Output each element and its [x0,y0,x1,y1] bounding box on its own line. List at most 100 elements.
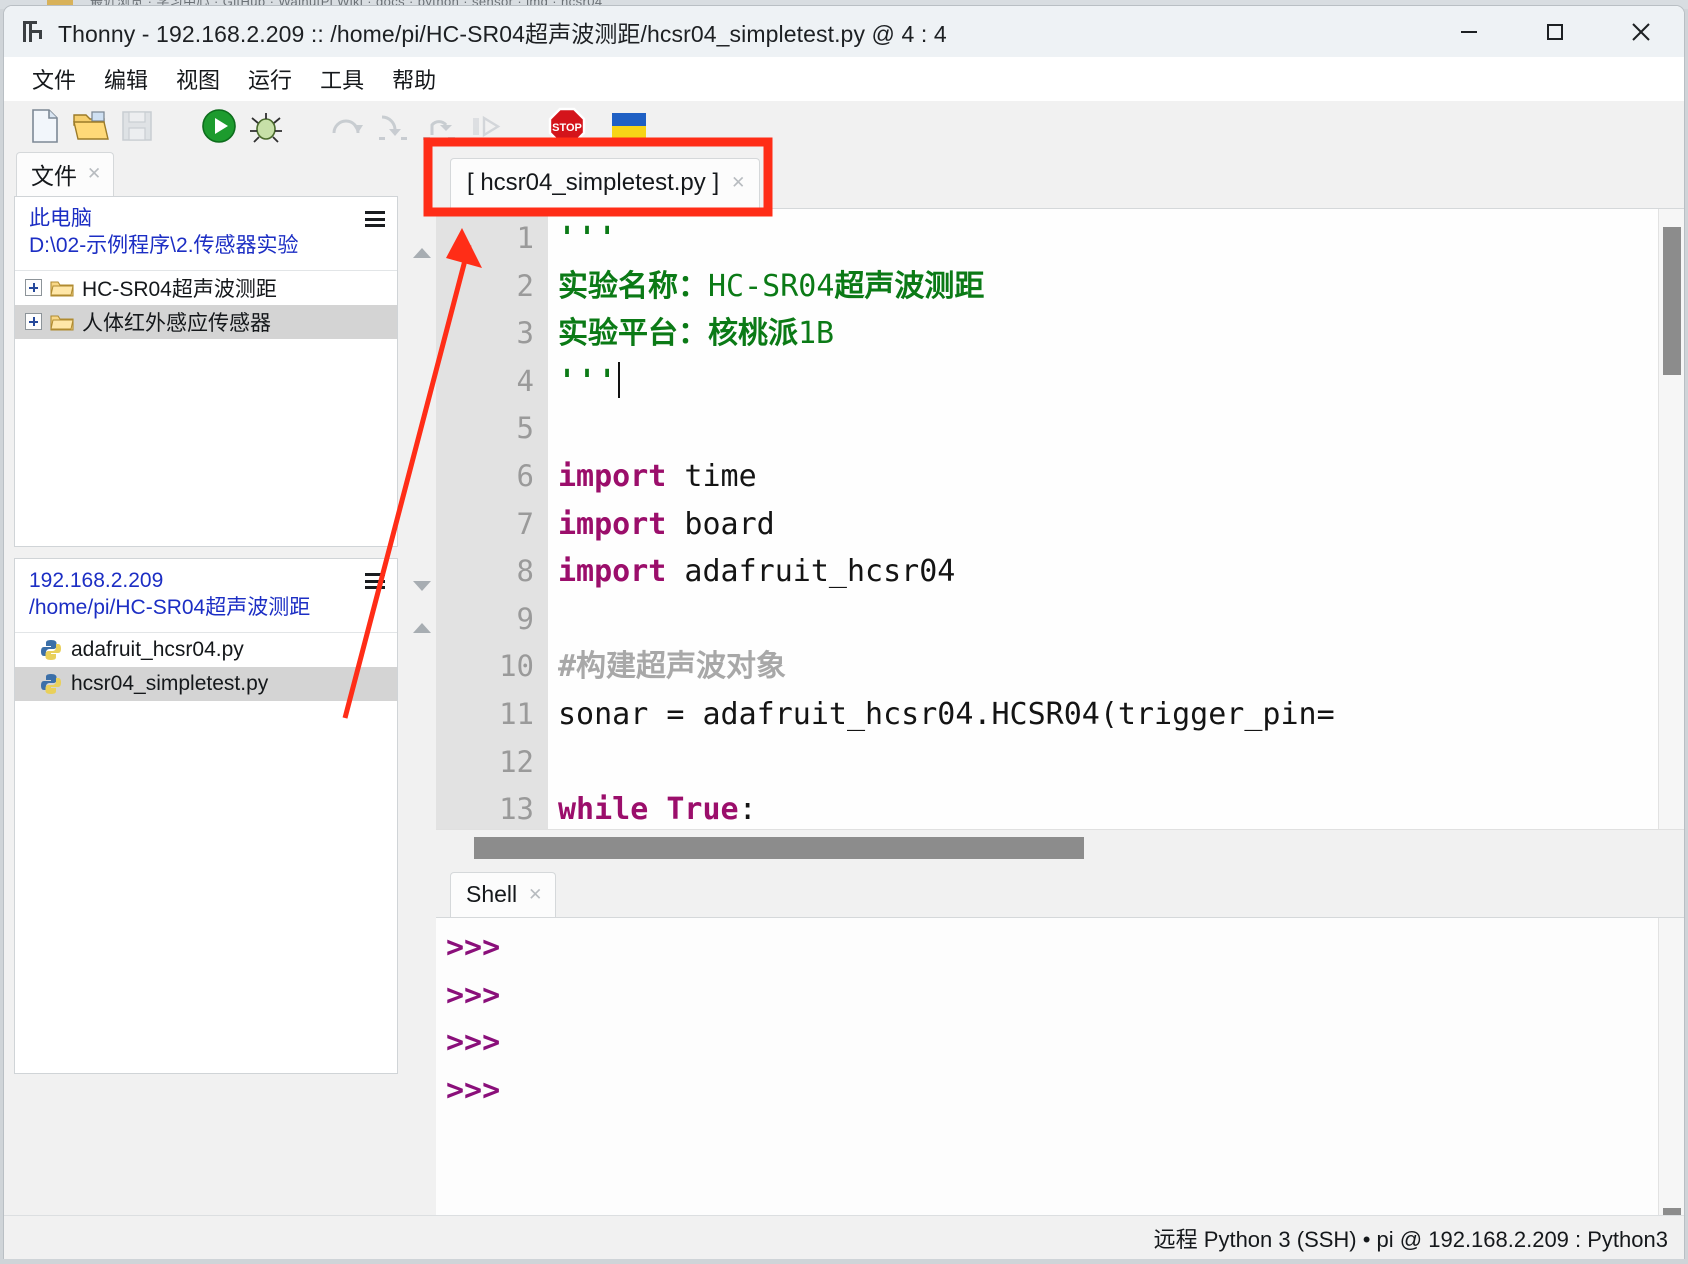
code-token: import [558,554,667,590]
line-number: 4 [516,363,534,398]
code-line-1: ''' [548,215,1684,263]
menu-tools[interactable]: 工具 [306,61,378,97]
text-cursor [618,361,621,398]
code-token: ''' [558,221,619,256]
shell-output[interactable]: >>> >>> >>> >>> [436,917,1684,1259]
tree-row-label: hcsr04_simpletest.py [71,671,269,695]
line-number: 13 [499,792,534,827]
remote-tree-header: 192.168.2.209 /home/pi/HC-SR04超声波测距 [15,559,397,633]
maximize-button[interactable] [1512,6,1598,57]
code-line-8: import adafruit_hcsr04 [548,548,1684,596]
menu-file[interactable]: 文件 [18,61,90,97]
python-file-icon [39,672,63,696]
tree-row-adafruit-hcsr04-py[interactable]: adafruit_hcsr04.py [15,633,397,667]
code-token: ''' [558,363,619,399]
close-icon[interactable]: ✕ [87,164,101,184]
minimize-button[interactable] [1426,6,1512,57]
line-number: 1 [516,221,534,255]
remote-tree-rows: adafruit_hcsr04.py hcsr04_simpletest.py [15,633,397,1073]
shell-prompt: >>> [446,977,501,1013]
close-icon[interactable]: ✕ [731,173,745,193]
files-pane: 文件 ✕ 此电脑 D:\02-示例程序\2.传感器实验 HC-SR04超声波测距… [4,151,436,1259]
code-token: 超声波测距 [834,268,985,304]
menu-help[interactable]: 帮助 [378,61,450,97]
menu-view[interactable]: 视图 [162,61,234,97]
code-editor[interactable]: 1 2 3 4 5 6 7 8 9 10 11 12 13 ''' 实验名称：H… [436,208,1684,829]
code-token: 1B [798,316,835,352]
remote-files-tree: 192.168.2.209 /home/pi/HC-SR04超声波测距 adaf… [14,558,398,1074]
tree-row-label: 人体红外感应传感器 [82,311,271,335]
close-icon[interactable]: ✕ [528,885,542,905]
window-controls [1426,6,1684,57]
code-token: #构建超声波对象 [558,649,787,685]
code-text-area[interactable]: ''' 实验名称：HC-SR04超声波测距 实验平台：核桃派1B ''' imp… [548,209,1684,829]
line-number: 3 [516,316,534,351]
shell-vertical-scrollbar[interactable] [1658,918,1684,1259]
ukraine-flag-icon[interactable] [606,105,652,147]
plus-icon[interactable] [25,313,42,331]
stop-icon[interactable]: STOP [544,105,590,147]
toolbar: STOP [4,101,1684,151]
title-bar: Thonny - 192.168.2.209 :: /home/pi/HC-SR… [4,6,1684,57]
save-file-icon [114,105,160,147]
scroll-up-arrow-local[interactable] [413,248,431,258]
line-number: 9 [516,601,534,636]
shell-prompt: >>> [446,1072,501,1108]
line-number: 8 [516,554,534,589]
hamburger-icon[interactable] [365,573,385,589]
new-file-icon[interactable] [22,105,68,147]
files-pane-scrollbars[interactable] [408,196,436,1259]
scroll-up-arrow-remote[interactable] [413,623,431,633]
tab-hcsr04-simpletest[interactable]: [ hcsr04_simpletest.py ] ✕ [450,158,761,208]
menu-edit[interactable]: 编辑 [90,61,162,97]
open-file-icon[interactable] [68,105,114,147]
code-line-11: sonar = adafruit_hcsr04.HCSR04(trigger_p… [548,691,1684,739]
line-number: 2 [516,268,534,303]
run-icon[interactable] [196,105,242,147]
thonny-window: Thonny - 192.168.2.209 :: /home/pi/HC-SR… [3,5,1685,1259]
step-into-icon [370,105,416,147]
scroll-down-arrow-local[interactable] [413,581,431,591]
code-line-4: ''' [548,358,1684,406]
plus-icon[interactable] [25,279,42,297]
menu-run[interactable]: 运行 [234,61,306,97]
code-line-2: 实验名称：HC-SR04超声波测距 [548,263,1684,311]
shell-tab-label: Shell [466,881,518,907]
resume-icon [462,105,508,147]
close-button[interactable] [1598,6,1684,57]
editor-vertical-scrollbar[interactable] [1658,209,1684,829]
tree-row-hcsr04-folder[interactable]: HC-SR04超声波测距 [15,271,397,305]
thonny-app-icon [20,19,46,45]
tab-files[interactable]: 文件 ✕ [16,152,115,196]
tab-shell[interactable]: Shell ✕ [450,872,557,917]
code-line-13: while True: [548,786,1684,829]
tree-row-hcsr04-simpletest-py[interactable]: hcsr04_simpletest.py [15,666,397,701]
tree-row-label: adafruit_hcsr04.py [71,637,244,661]
line-number: 7 [516,506,534,541]
interpreter-status-text: 远程 Python 3 (SSH) • pi @ 192.168.2.209 :… [1153,1226,1668,1252]
line-number: 6 [516,458,534,493]
debug-icon[interactable] [242,105,288,147]
line-number: 10 [499,649,534,684]
code-token: adafruit_hcsr04 [666,554,956,590]
menu-bar: 文件 编辑 视图 运行 工具 帮助 [4,57,1684,101]
code-token: import [558,458,667,494]
local-header-line2: D:\02-示例程序\2.传感器实验 [29,233,299,257]
hamburger-icon[interactable] [365,211,385,227]
tab-files-label: 文件 [31,163,77,189]
code-token: True [666,792,739,828]
editor-horizontal-scrollbar[interactable] [436,829,1684,867]
status-bar: 远程 Python 3 (SSH) • pi @ 192.168.2.209 :… [4,1215,1684,1259]
local-header-line1: 此电脑 [29,207,92,230]
window-title: Thonny - 192.168.2.209 :: /home/pi/HC-SR… [58,20,947,47]
remote-header-line1: 192.168.2.209 [29,569,164,592]
local-tree-header: 此电脑 D:\02-示例程序\2.传感器实验 [15,197,397,271]
tree-row-pir-folder[interactable]: 人体红外感应传感器 [15,304,397,339]
step-out-icon [416,105,462,147]
editor-horizontal-scrollbar-thumb[interactable] [474,837,1084,859]
editor-vertical-scrollbar-thumb[interactable] [1663,227,1681,375]
